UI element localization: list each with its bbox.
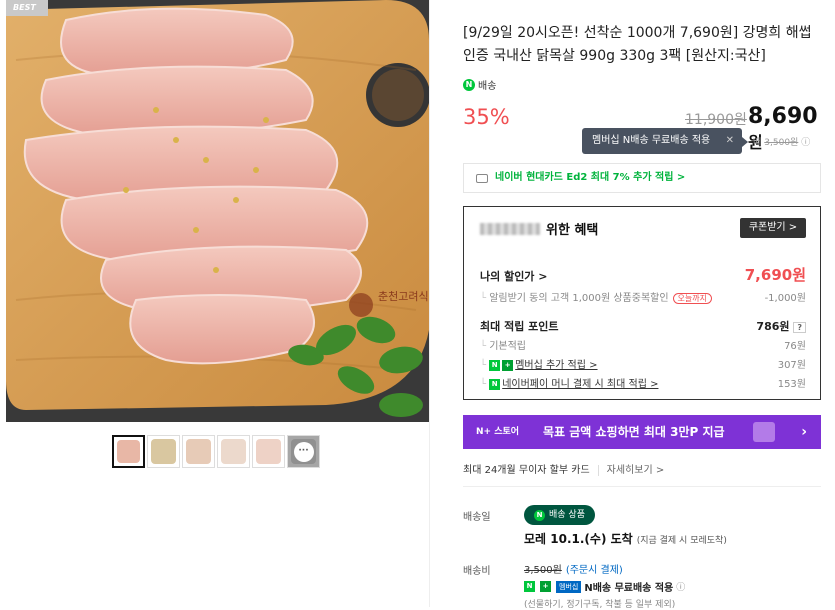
shipping-exclusion-note: (선물하기, 정기구독, 착불 등 일부 제외) xyxy=(524,600,676,610)
close-icon[interactable]: ✕ xyxy=(726,128,734,154)
member-points-row[interactable]: └ N + 멤버십 추가 적립 > 307원 xyxy=(480,356,806,371)
free-shipping-row: N + 멤버십 N배송 무료배송 적용 ⓘ xyxy=(524,579,685,594)
benefit-header-text: 위한 혜택 xyxy=(546,223,599,238)
gift-icon xyxy=(753,422,775,442)
thumbnail-2[interactable] xyxy=(147,435,180,468)
ship-fee: 3,500원 xyxy=(764,138,799,148)
benefit-header: 위한 혜택 xyxy=(480,219,598,238)
card-promo-banner[interactable]: 네이버 현대카드 Ed2 최대 7% 추가 적립 > xyxy=(463,163,821,193)
ship-label: 배 xyxy=(753,138,762,148)
arrival-note: (지금 결제 시 모레도착) xyxy=(636,536,727,546)
my-price-row[interactable]: 나의 할인가 > 7,690원 xyxy=(480,266,806,284)
discount-row: └ 알림받기 동의 고객 1,000원 상품중복할인 오늘까지 -1,000원 xyxy=(480,289,806,304)
n-plus-icon: N xyxy=(524,581,535,592)
points-total: 786원 ? xyxy=(756,318,806,334)
shipping-fee-label: 배송비 xyxy=(463,566,491,577)
product-photo: 춘천고려식품 xyxy=(6,0,429,422)
fee-original: 3,500원 xyxy=(524,565,562,576)
help-icon[interactable]: ? xyxy=(793,322,806,333)
card-icon xyxy=(476,173,488,183)
product-gallery: 춘천고려식품 BEST ··· xyxy=(0,0,430,607)
base-label: 기본적립 xyxy=(489,341,527,352)
free-shipping-text: N배송 무료배송 적용 xyxy=(584,583,674,594)
n-delivery-badge: N 배송 xyxy=(463,77,496,92)
arrival-date: 모레 10.1.(수) 도착 (지금 결제 시 모레도착) xyxy=(524,530,727,547)
blurred-username xyxy=(480,222,540,235)
npay-icon: N xyxy=(489,378,501,390)
n-plus-icon: N xyxy=(489,359,501,371)
discount-percent: 35% xyxy=(463,105,510,129)
today-tag: 오늘까지 xyxy=(672,293,712,304)
main-product-image[interactable]: 춘천고려식품 BEST xyxy=(6,0,429,422)
base-points-row: └ 기본적립 76원 xyxy=(480,337,806,352)
thumbnail-more[interactable]: ··· xyxy=(287,435,320,468)
points-total-value: 786원 xyxy=(756,320,790,333)
points-row: 최대 적립 포인트 786원 ? xyxy=(480,318,806,334)
original-price: 11,900원 xyxy=(685,112,747,128)
membership-tag: 멤버십 xyxy=(556,580,582,593)
best-badge: BEST xyxy=(6,0,48,16)
n-delivery-label: 배송 xyxy=(478,81,497,92)
sale-price-value: 8,690 xyxy=(748,104,818,129)
store-label: N+ 스토어 xyxy=(476,427,520,437)
discount-desc: 알림받기 동의 고객 1,000원 상품중복할인 xyxy=(489,293,669,304)
my-price-label: 나의 할인가 > xyxy=(480,270,548,283)
benefit-box: 위한 혜택 쿠폰받기 > 나의 할인가 > 7,690원 └ 알림받기 동의 고… xyxy=(463,206,821,400)
naver-n-icon: N xyxy=(463,78,475,91)
pay-amount: 153원 xyxy=(777,379,806,390)
pay-label: 네이버페이 머니 결제 시 최대 적립 > xyxy=(502,379,659,390)
info-icon[interactable]: ⓘ xyxy=(801,138,810,148)
thumbnail-5[interactable] xyxy=(252,435,285,468)
column-divider xyxy=(429,0,430,607)
my-price-value: 7,690원 xyxy=(744,266,806,284)
store-promo-banner[interactable]: N+ 스토어 목표 금액 쇼핑하면 최대 3만P 지급 › xyxy=(463,415,821,449)
shipping-fee-detail: 3,500원 (주문시 결제) xyxy=(524,561,623,576)
discount-amount: -1,000원 xyxy=(764,293,806,304)
n-delivery-product-badge: N 배송 상품 xyxy=(524,505,595,525)
coupon-button[interactable]: 쿠폰받기 > xyxy=(740,218,806,238)
arrival-text: 모레 10.1.(수) 도착 xyxy=(524,532,633,546)
delivery-date-label: 배송일 xyxy=(463,512,491,523)
installment-text: 최대 24개월 무이자 할부 카드 xyxy=(463,465,590,476)
product-title: [9/29일 20시오픈! 선착순 1000개 7,690원] 강명희 해썹인증… xyxy=(463,25,812,64)
section-divider xyxy=(463,486,821,487)
thumbnail-strip: ··· xyxy=(112,435,320,468)
member-label: 멤버십 추가 적립 > xyxy=(515,360,598,371)
thumbnail-1[interactable] xyxy=(112,435,145,468)
banner-message: 목표 금액 쇼핑하면 최대 3만P 지급 xyxy=(543,425,725,439)
shipping-fee-line: 배 3,500원 ⓘ xyxy=(753,135,810,148)
naver-n-icon: N xyxy=(534,509,545,521)
member-amount: 307원 xyxy=(777,360,806,371)
chevron-right-icon: › xyxy=(801,424,807,440)
installment-row: 최대 24개월 무이자 할부 카드 자세히보기 > xyxy=(463,461,665,476)
card-promo-text: 네이버 현대카드 Ed2 최대 7% 추가 적립 > xyxy=(495,172,686,183)
more-icon: ··· xyxy=(293,441,314,462)
base-amount: 76원 xyxy=(784,341,806,352)
thumbnail-4[interactable] xyxy=(217,435,250,468)
delivery-badge-text: 배송 상품 xyxy=(549,510,585,520)
tooltip-text: 멤버십 N배송 무료배송 적용 xyxy=(592,135,711,146)
thumbnail-3[interactable] xyxy=(182,435,215,468)
membership-tooltip: 멤버십 N배송 무료배송 적용 ✕ xyxy=(582,128,748,154)
pay-points-row[interactable]: └ N 네이버페이 머니 결제 시 최대 적립 > 153원 xyxy=(480,375,806,390)
info-icon[interactable]: ⓘ xyxy=(676,580,685,593)
fee-note: (주문시 결제) xyxy=(565,565,623,576)
points-label: 최대 적립 포인트 xyxy=(480,320,559,333)
installment-more-link[interactable]: 자세히보기 > xyxy=(597,465,665,476)
watermark-text: 춘천고려식품 xyxy=(378,289,429,303)
